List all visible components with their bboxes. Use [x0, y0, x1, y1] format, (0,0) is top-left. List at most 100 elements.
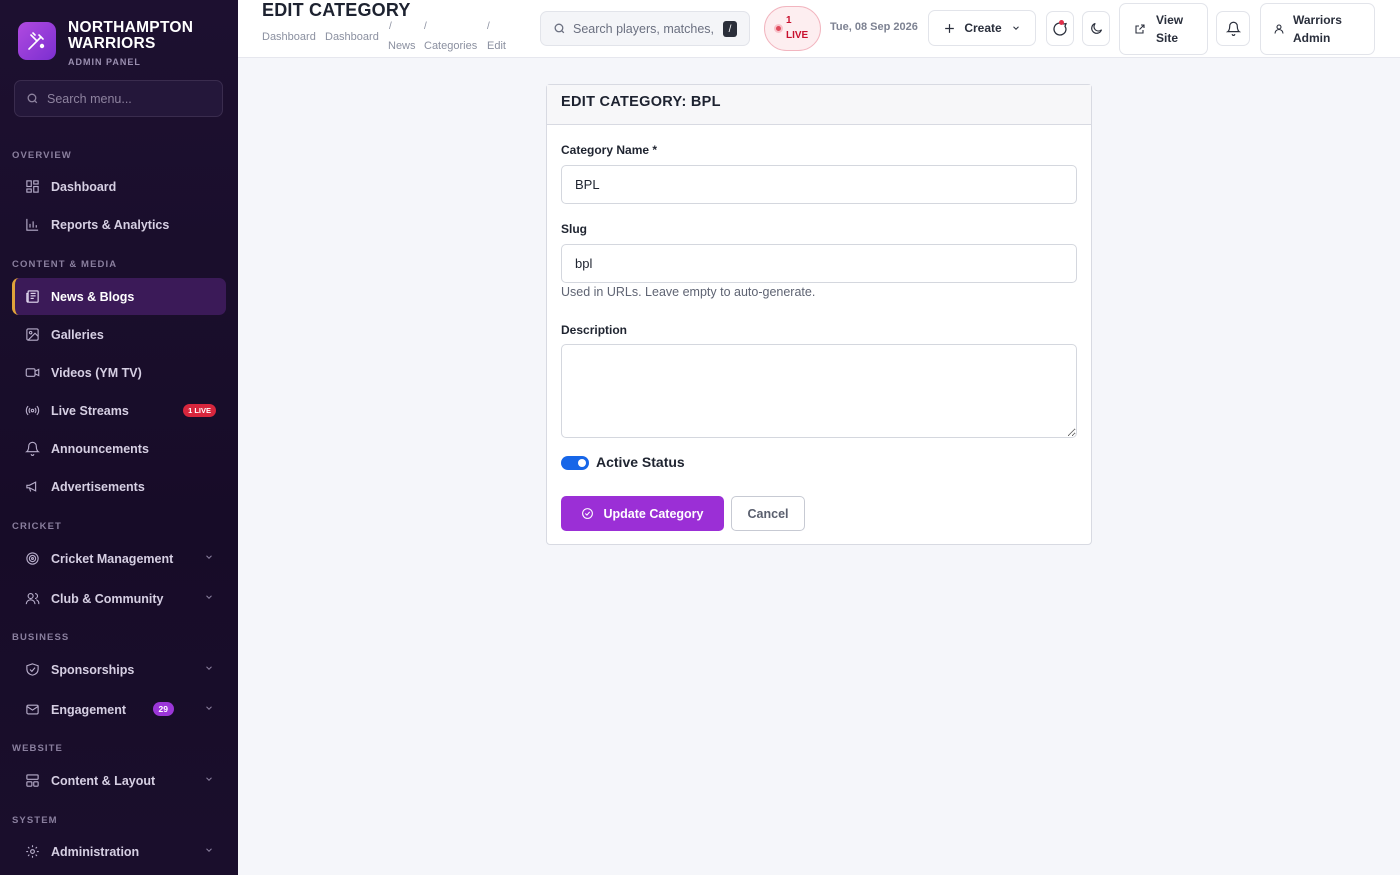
- bar-chart-icon: [24, 217, 40, 233]
- breadcrumb-news[interactable]: News: [388, 40, 416, 52]
- mail-icon: [24, 702, 40, 718]
- sidebar: Northampton Warriors ADMIN PANEL OVERVIE…: [0, 0, 238, 875]
- brand-name: Northampton Warriors: [68, 19, 194, 52]
- update-category-label: Update Category: [603, 506, 704, 521]
- view-site-button[interactable]: View Site: [1119, 3, 1208, 55]
- brand-logo-icon: [18, 22, 56, 60]
- megaphone-icon: [24, 479, 40, 495]
- sidebar-item-sponsorships[interactable]: Sponsorships: [12, 651, 226, 688]
- section-business: BUSINESS: [12, 632, 70, 643]
- view-site-label-1: View: [1156, 13, 1184, 27]
- sidebar-item-label: Sponsorships: [51, 662, 135, 677]
- engagement-count-badge: 29: [152, 702, 174, 716]
- theme-toggle-button[interactable]: [1082, 11, 1110, 46]
- breadcrumb-separator: /: [487, 21, 490, 32]
- bell-icon: [24, 441, 40, 457]
- sidebar-item-announcements[interactable]: Announcements: [12, 430, 226, 467]
- sidebar-item-label: Administration: [51, 844, 140, 859]
- sidebar-item-label: Club & Community: [51, 591, 164, 606]
- chevron-down-icon: [1012, 26, 1019, 30]
- sidebar-item-label: Content & Layout: [51, 773, 156, 788]
- section-system: SYSTEM: [12, 815, 58, 826]
- sidebar-search-input[interactable]: [47, 91, 207, 106]
- top-header: EDIT CATEGORY Dashboard Dashboard / News…: [238, 0, 1400, 58]
- user-icon: [1274, 24, 1284, 34]
- breadcrumb-separator: /: [424, 21, 427, 32]
- live-label: LIVE: [786, 30, 809, 41]
- sidebar-item-engagement[interactable]: Engagement 29: [12, 691, 226, 728]
- search-shortcut-key: /: [723, 21, 737, 37]
- handshake-icon: [24, 662, 40, 678]
- sidebar-item-news[interactable]: News & Blogs: [12, 278, 226, 315]
- sidebar-item-label: Videos (YM TV): [51, 365, 142, 380]
- category-name-label: Category Name *: [561, 143, 658, 157]
- section-overview: OVERVIEW: [12, 150, 72, 161]
- breadcrumb-dashboard-link[interactable]: Dashboard: [325, 31, 379, 43]
- sidebar-search[interactable]: [14, 80, 223, 117]
- video-icon: [24, 365, 40, 381]
- sidebar-item-live-streams[interactable]: Live Streams 1 LIVE: [12, 392, 226, 429]
- live-badge: 1 LIVE: [183, 404, 216, 417]
- sidebar-item-cricket-management[interactable]: Cricket Management: [12, 540, 226, 577]
- create-button-label: Create: [964, 21, 1002, 35]
- slug-hint: Used in URLs. Leave empty to auto-genera…: [561, 285, 816, 299]
- chat-unread-dot: [1059, 20, 1064, 25]
- search-icon: [27, 93, 38, 104]
- sidebar-item-label: Advertisements: [51, 479, 145, 494]
- sidebar-item-dashboard[interactable]: Dashboard: [12, 168, 226, 205]
- sidebar-item-advertisements[interactable]: Advertisements: [12, 468, 226, 505]
- plus-icon: [945, 23, 955, 33]
- brand[interactable]: Northampton Warriors ADMIN PANEL: [18, 20, 208, 67]
- slug-label: Slug: [561, 222, 587, 236]
- chevron-down-icon: [206, 777, 212, 781]
- notifications-button[interactable]: [1216, 11, 1250, 46]
- moon-icon: [1090, 22, 1102, 34]
- current-date: Tue, 08 Sep 2026: [830, 21, 918, 33]
- sidebar-item-label: News & Blogs: [51, 289, 135, 304]
- live-count: 1: [786, 15, 792, 26]
- sidebar-item-content-layout[interactable]: Content & Layout: [12, 762, 226, 799]
- chevron-down-icon: [206, 595, 212, 599]
- sidebar-item-club-community[interactable]: Club & Community: [12, 580, 226, 617]
- chevron-down-icon: [206, 555, 212, 559]
- sidebar-item-reports[interactable]: Reports & Analytics: [12, 206, 226, 243]
- user-name-line1: Warriors: [1293, 13, 1342, 27]
- global-search[interactable]: /: [540, 11, 750, 46]
- view-site-label-2: Site: [1156, 31, 1179, 45]
- broadcast-icon: [24, 403, 40, 419]
- breadcrumb-dashboard[interactable]: Dashboard: [262, 31, 316, 43]
- users-icon: [24, 591, 40, 607]
- slug-input[interactable]: [561, 244, 1077, 283]
- sidebar-item-videos[interactable]: Videos (YM TV): [12, 354, 226, 391]
- sidebar-item-galleries[interactable]: Galleries: [12, 316, 226, 353]
- description-textarea[interactable]: [561, 344, 1077, 438]
- live-indicator[interactable]: 1 LIVE: [764, 6, 821, 51]
- breadcrumb-categories[interactable]: Categories: [424, 40, 477, 52]
- section-cricket: CRICKET: [12, 521, 62, 532]
- active-status-label: Active Status: [596, 454, 685, 470]
- cancel-button[interactable]: Cancel: [731, 496, 805, 531]
- update-category-button[interactable]: Update Category: [561, 496, 724, 531]
- bell-icon: [1225, 21, 1241, 36]
- sidebar-item-label: Live Streams: [51, 403, 129, 418]
- sidebar-item-label: Galleries: [51, 327, 104, 342]
- image-icon: [24, 327, 40, 343]
- section-website: WEBSITE: [12, 743, 63, 754]
- sidebar-item-administration[interactable]: Administration: [12, 833, 226, 870]
- layout-icon: [24, 773, 40, 789]
- create-button[interactable]: Create: [928, 10, 1036, 46]
- user-name-line2: Admin: [1293, 31, 1331, 45]
- chevron-down-icon: [206, 666, 212, 670]
- edit-category-card: EDIT CATEGORY: BPL Category Name * Slug …: [546, 84, 1092, 545]
- global-search-input[interactable]: [573, 21, 718, 36]
- search-icon: [554, 23, 565, 34]
- active-status-toggle[interactable]: [561, 456, 589, 470]
- card-heading: EDIT CATEGORY: BPL: [547, 85, 1091, 125]
- target-icon: [24, 551, 40, 567]
- chat-button[interactable]: [1046, 11, 1074, 46]
- breadcrumb-edit: Edit: [487, 40, 506, 52]
- category-name-input[interactable]: [561, 165, 1077, 204]
- grid-icon: [24, 179, 40, 195]
- user-menu-button[interactable]: Warriors Admin: [1260, 3, 1375, 55]
- breadcrumb-separator: /: [389, 21, 392, 32]
